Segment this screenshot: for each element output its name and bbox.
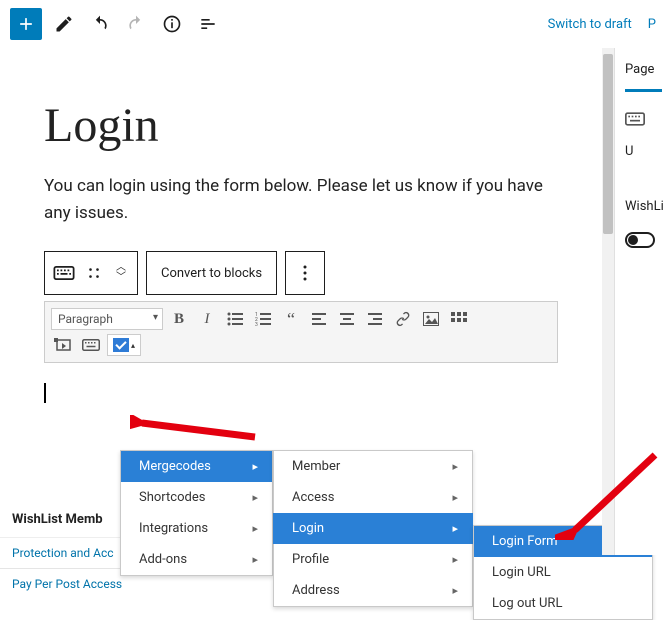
wishlist-label-truncated: WishLi	[625, 199, 664, 214]
classic-editor-toolbar: Paragraph B I 123 “ ▴	[44, 301, 558, 363]
sidebar-row-wishlist-label: WishLi	[625, 199, 662, 214]
scrollbar-thumb[interactable]	[603, 54, 613, 234]
align-left-button[interactable]	[307, 308, 331, 330]
chevron-right-icon: ▸	[252, 491, 258, 504]
bold-button[interactable]: B	[167, 308, 191, 330]
menu-item-label: Integrations	[139, 521, 208, 536]
align-center-button[interactable]	[335, 308, 359, 330]
menu1-item-1[interactable]: Shortcodes ▸	[121, 482, 272, 513]
numbered-list-button[interactable]: 123	[251, 308, 275, 330]
sidebar-row-url: U	[625, 144, 662, 159]
info-icon[interactable]	[158, 10, 186, 38]
wishlist-toggle[interactable]	[625, 232, 655, 248]
menu-item-label: Member	[292, 459, 340, 474]
block-toolbar-group-left: ︿ ﹀	[44, 251, 138, 295]
block-more-options[interactable]	[285, 251, 325, 295]
chevron-right-icon: ▸	[452, 491, 458, 504]
editor-top-toolbar: Switch to draft P	[0, 0, 666, 48]
editor-scrollbar[interactable]	[602, 48, 614, 555]
menu2-item-0[interactable]: Member ▸	[274, 451, 472, 482]
blockquote-button[interactable]: “	[279, 308, 303, 330]
chevron-right-icon: ▸	[452, 460, 458, 473]
keyboard-icon	[625, 112, 645, 126]
sidebar-tab-page[interactable]: Page	[625, 62, 662, 92]
chevron-right-icon: ▸	[452, 584, 458, 597]
format-select[interactable]: Paragraph	[51, 308, 163, 330]
undo-icon[interactable]	[86, 10, 114, 38]
keyboard-icon[interactable]	[49, 255, 79, 291]
menu-item-label: Login	[292, 521, 324, 536]
convert-to-blocks-button[interactable]: Convert to blocks	[146, 251, 277, 295]
menu-item-label: Login URL	[492, 565, 551, 580]
menu2-item-2[interactable]: Login ▸	[273, 513, 473, 544]
dropdown-triangle-icon: ▴	[131, 341, 135, 350]
insert-image-button[interactable]	[419, 308, 443, 330]
outline-icon[interactable]	[194, 10, 222, 38]
drag-handle-icon[interactable]	[79, 255, 109, 291]
menu-item-label: Log out URL	[492, 596, 562, 611]
menu-item-label: Profile	[292, 552, 329, 567]
svg-text:3: 3	[255, 322, 258, 326]
menu-item-label: Mergecodes	[139, 459, 211, 474]
chevron-right-icon: ▸	[252, 460, 258, 473]
menu-item-label: Login Form	[492, 534, 558, 549]
menu2-item-1[interactable]: Access ▸	[274, 482, 472, 513]
menu1-item-0[interactable]: Mergecodes ▸	[121, 451, 272, 482]
menu-item-label: Access	[292, 490, 334, 505]
chevron-right-icon: ▸	[452, 522, 458, 535]
toolbar-toggle-button[interactable]	[447, 308, 471, 330]
menu1-item-2[interactable]: Integrations ▸	[121, 513, 272, 544]
url-label-truncated: U	[625, 144, 633, 159]
link-button[interactable]	[391, 308, 415, 330]
menu-item-label: Address	[292, 583, 340, 598]
align-right-button[interactable]	[363, 308, 387, 330]
wishlist-check-icon	[113, 338, 129, 352]
classic-block-toolbar: ︿ ﹀ Convert to blocks	[44, 251, 558, 295]
wishlist-menu-level2: Member ▸ Access ▸ Login ▸ Profile▸ Address ▸	[273, 450, 473, 607]
italic-button[interactable]: I	[195, 308, 219, 330]
chevron-right-icon: ▸	[252, 522, 258, 535]
menu-item-label: Add-ons	[139, 552, 187, 567]
add-block-button[interactable]	[10, 8, 42, 40]
menu3-item-1[interactable]: Login URL	[474, 557, 652, 588]
menu1-item-3[interactable]: Add-ons▸	[121, 544, 272, 575]
menu2-item-3[interactable]: Profile▸	[274, 544, 472, 575]
sidebar-row-keyboard	[625, 112, 662, 126]
preview-link-truncated[interactable]: P	[648, 17, 656, 32]
menu3-item-2[interactable]: Log out URL	[474, 588, 652, 619]
page-title[interactable]: Login	[44, 98, 558, 153]
switch-to-draft-link[interactable]: Switch to draft	[548, 17, 632, 32]
settings-sidebar: Page U WishLi	[614, 48, 666, 555]
more-vertical-icon	[290, 255, 320, 291]
add-media-button[interactable]	[51, 334, 75, 356]
wishlist-menu-level1: Mergecodes ▸ Shortcodes ▸ Integrations ▸ Add-o…	[120, 450, 273, 576]
edit-icon[interactable]	[50, 10, 78, 38]
menu-item-label: Shortcodes	[139, 490, 205, 505]
editor-caret[interactable]	[44, 383, 46, 403]
intro-paragraph[interactable]: You can login using the form below. Plea…	[44, 173, 558, 227]
insert-keyboard-button[interactable]	[79, 334, 103, 356]
sidebar-row-toggle	[625, 232, 662, 248]
chevron-down-icon[interactable]: ﹀	[116, 273, 126, 283]
redo-icon	[122, 10, 150, 38]
wishlist-dropdown-button[interactable]: ▴	[107, 334, 141, 356]
move-up-down[interactable]: ︿ ﹀	[109, 255, 133, 291]
menu2-item-4[interactable]: Address ▸	[274, 575, 472, 606]
bullet-list-button[interactable]	[223, 308, 247, 330]
convert-label: Convert to blocks	[151, 266, 272, 281]
